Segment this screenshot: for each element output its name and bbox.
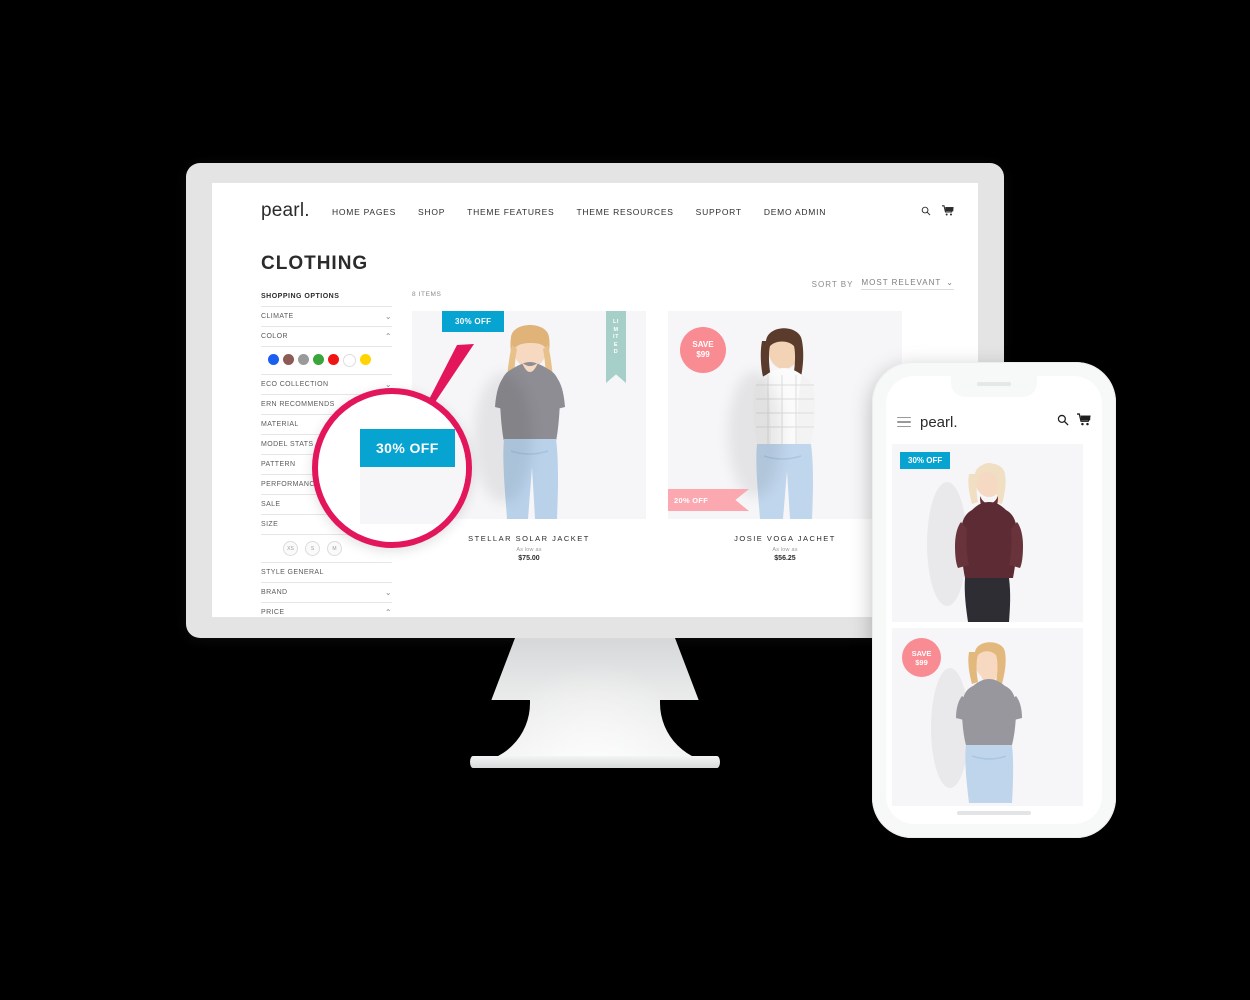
cart-icon[interactable] <box>942 205 954 216</box>
filter-color[interactable]: COLOR ⌃ <box>261 326 392 346</box>
product-grid: 30% OFF LIMITED STELLAR SOLAR JACKET As … <box>412 311 902 562</box>
desktop-screen: pearl. HOME PAGES SHOP THEME FEATURES TH… <box>212 183 978 617</box>
color-swatch-white[interactable] <box>343 354 356 367</box>
filter-pattern-label: PATTERN <box>261 461 296 468</box>
sort-dropdown[interactable]: MOST RELEVANT ⌄ <box>861 278 954 290</box>
filter-material-label: MATERIAL <box>261 421 299 428</box>
sort-label: SORT BY <box>811 279 854 289</box>
filter-ern-recommends-label: ERN RECOMMENDS <box>261 401 335 408</box>
items-count: 8 ITEMS <box>412 291 442 298</box>
color-swatch-green[interactable] <box>313 354 324 365</box>
page-title: CLOTHING <box>261 253 369 274</box>
filter-style-general[interactable]: STYLE GENERAL <box>261 562 392 582</box>
color-swatch-red[interactable] <box>328 354 339 365</box>
mobile-product-card[interactable]: SAVE $99 <box>892 628 1083 806</box>
filter-price[interactable]: PRICE ⌃ <box>261 602 392 617</box>
mobile-header: pearl. <box>886 406 1102 438</box>
product-name[interactable]: JOSIE VOGA JACHET <box>668 534 902 543</box>
mobile-phone: pearl. 30% OFF SAVE $99 <box>872 362 1116 838</box>
size-chip-m[interactable]: M <box>327 541 342 556</box>
chevron-up-icon: ⌃ <box>384 331 392 341</box>
filter-style-general-label: STYLE GENERAL <box>261 569 324 576</box>
save-badge-line2: $99 <box>696 350 710 359</box>
size-chip-xs[interactable]: XS <box>283 541 298 556</box>
mobile-discount-badge: 30% OFF <box>900 452 951 469</box>
color-swatch-list <box>261 346 392 374</box>
discount-badge: 30% OFF <box>442 311 505 332</box>
mobile-save-badge: SAVE $99 <box>902 638 941 677</box>
size-chip-s[interactable]: S <box>305 541 320 556</box>
limited-ribbon-label: LIMITED <box>613 319 619 355</box>
hamburger-icon[interactable] <box>897 416 911 428</box>
nav-item-shop[interactable]: SHOP <box>418 207 445 217</box>
desktop-header: pearl. HOME PAGES SHOP THEME FEATURES TH… <box>212 183 978 245</box>
chevron-up-icon: ⌃ <box>384 607 392 617</box>
filter-price-label: PRICE <box>261 609 285 616</box>
mobile-product-card[interactable]: 30% OFF <box>892 444 1083 622</box>
sort-value: MOST RELEVANT <box>861 278 942 287</box>
product-name[interactable]: STELLAR SOLAR JACKET <box>412 534 646 543</box>
main-nav: HOME PAGES SHOP THEME FEATURES THEME RES… <box>332 207 826 217</box>
magnified-discount-badge: 30% OFF <box>360 429 455 467</box>
save-badge: SAVE $99 <box>680 327 726 373</box>
site-logo[interactable]: pearl. <box>261 200 310 222</box>
filter-eco-collection-label: ECO COLLECTION <box>261 381 329 388</box>
product-info: JOSIE VOGA JACHET As low as $56.25 <box>668 519 902 562</box>
search-icon[interactable] <box>921 206 931 216</box>
nav-item-home-pages[interactable]: HOME PAGES <box>332 207 396 217</box>
chevron-down-icon: ⌄ <box>384 311 392 321</box>
nav-item-theme-features[interactable]: THEME FEATURES <box>467 207 554 217</box>
mobile-model-photo-1 <box>927 463 1023 622</box>
product-image: SAVE $99 20% OFF <box>668 311 902 519</box>
sort-control: SORT BY MOST RELEVANT ⌄ <box>812 278 954 290</box>
save-badge-line1: SAVE <box>692 340 714 349</box>
chevron-down-icon: ⌄ <box>384 587 392 597</box>
nav-item-demo-admin[interactable]: DEMO ADMIN <box>764 207 826 217</box>
monitor-stand-base <box>470 756 720 768</box>
color-swatch-gray[interactable] <box>298 354 309 365</box>
screenshot-stage: pearl. HOME PAGES SHOP THEME FEATURES TH… <box>0 0 1250 1000</box>
filter-sale-label: SALE <box>261 501 281 508</box>
product-card[interactable]: SAVE $99 20% OFF JOSIE VOGA JACHET As lo… <box>668 311 902 562</box>
home-indicator <box>957 811 1031 815</box>
mobile-save-badge-line1: SAVE <box>911 648 932 658</box>
nav-item-support[interactable]: SUPPORT <box>696 207 742 217</box>
phone-notch <box>951 376 1037 397</box>
phone-speaker <box>977 382 1011 386</box>
color-swatch-yellow[interactable] <box>360 354 371 365</box>
filter-performance-label: PERFORMANCE <box>261 481 320 488</box>
cart-icon[interactable] <box>1077 413 1091 431</box>
filter-climate[interactable]: CLIMATE ⌄ <box>261 306 392 326</box>
color-swatch-blue[interactable] <box>268 354 279 365</box>
mobile-header-icons <box>1057 413 1091 431</box>
chevron-down-icon: ⌄ <box>946 278 954 287</box>
color-swatch-brown[interactable] <box>283 354 294 365</box>
search-icon[interactable] <box>1057 413 1069 431</box>
nav-item-theme-resources[interactable]: THEME RESOURCES <box>576 207 673 217</box>
product-price: $75.00 <box>518 555 540 562</box>
limited-ribbon: LIMITED <box>606 311 626 383</box>
filter-brand-label: BRAND <box>261 589 288 596</box>
product-as-low-as-label: As low as <box>516 547 542 553</box>
sidebar-heading: SHOPPING OPTIONS <box>261 293 340 300</box>
magnifier-callout: 30% OFF <box>312 388 472 548</box>
filter-size-label: SIZE <box>261 521 279 528</box>
mobile-screen: pearl. 30% OFF SAVE $99 <box>886 376 1102 824</box>
product-as-low-as-label: As low as <box>772 547 798 553</box>
filter-climate-label: CLIMATE <box>261 313 294 320</box>
product-price: $56.25 <box>774 555 796 562</box>
header-icons <box>921 205 954 216</box>
filter-brand[interactable]: BRAND ⌄ <box>261 582 392 602</box>
mobile-save-badge-line2: $99 <box>915 657 928 667</box>
mobile-site-logo[interactable]: pearl. <box>920 414 958 431</box>
filter-model-stats-label: MODEL STATS <box>261 441 314 448</box>
filter-color-label: COLOR <box>261 333 288 340</box>
